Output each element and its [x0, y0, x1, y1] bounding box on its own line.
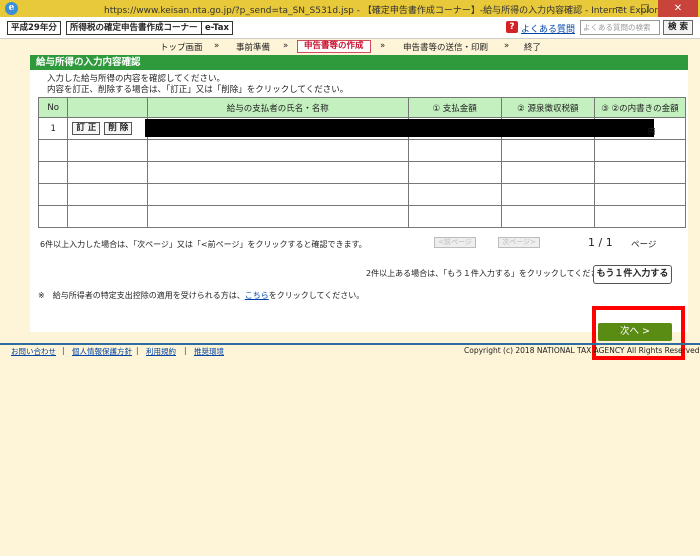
yen-unit: 円: [648, 127, 656, 136]
col-payer-name: 給与の支払者の氏名・名称: [146, 97, 409, 118]
col-actions: [67, 97, 148, 118]
tax-year-label: 平成29年分: [7, 21, 61, 35]
intro-text: 入力した給与所得の内容を確認してください。 内容を訂正、削除する場合は、「訂正」…: [47, 74, 348, 96]
help-icon[interactable]: ?: [506, 21, 518, 33]
col-withholding-tax: ② 源泉徴収税額: [500, 97, 595, 118]
page-unit-label: ページ: [631, 240, 657, 250]
maximize-button[interactable]: □: [632, 0, 658, 17]
row-number: 1: [37, 117, 69, 140]
special-note-suffix: をクリックしてください。: [268, 291, 365, 300]
add-another-button[interactable]: もう１件入力する: [593, 265, 672, 284]
internet-explorer-icon: e: [5, 2, 18, 15]
next-page-button[interactable]: 次ページ>: [498, 237, 540, 248]
intro-line-1: 入力した給与所得の内容を確認してください。: [47, 74, 225, 84]
footer-link-terms[interactable]: 利用規約: [146, 346, 176, 357]
etax-label: e-Tax: [201, 21, 233, 35]
step-top: トップ画面: [160, 43, 203, 53]
corner-title: 所得税の確定申告書作成コーナー: [66, 21, 202, 35]
copyright: Copyright (c) 2018 NATIONAL TAX AGENCY A…: [464, 346, 700, 355]
page-count: 1 / 1: [588, 236, 613, 249]
delete-button[interactable]: 削 除: [104, 122, 133, 135]
table-header-row: No 給与の支払者の氏名・名称 ① 支払金額 ② 源泉徴収税額 ③ ②の内書きの…: [37, 97, 687, 118]
footer-link-contact[interactable]: お問い合わせ: [11, 346, 56, 357]
salary-income-table: No 給与の支払者の氏名・名称 ① 支払金額 ② 源泉徴収税額 ③ ②の内書きの…: [37, 97, 687, 228]
step-separator: »: [504, 41, 510, 51]
step-separator: »: [283, 41, 289, 51]
col-no: No: [37, 97, 69, 118]
table-row: [37, 183, 687, 206]
main-panel: 給与所得の入力内容確認 入力した給与所得の内容を確認してください。 内容を訂正、…: [30, 55, 688, 332]
footer-separator: |: [184, 346, 187, 355]
footer-separator: |: [62, 346, 65, 355]
table-row: [37, 205, 687, 228]
table-row: [37, 161, 687, 184]
faq-link[interactable]: よくある質問: [521, 22, 575, 35]
special-deduction-note: ※ 給与所得者の特定支出控除の適用を受けられる方は、こちらをクリックしてください…: [38, 290, 364, 301]
pager-note: 6件以上入力した場合は、「次ページ」又は「<前ページ」をクリックすると確認できま…: [40, 240, 367, 249]
step-separator: »: [380, 41, 386, 51]
intro-line-2: 内容を訂正、削除する場合は、「訂正」又は「削除」をクリックしてください。: [47, 85, 349, 95]
faq-search-input[interactable]: よくある質問の検索: [580, 20, 660, 35]
add-note: 2件以上ある場合は、「もう１件入力する」をクリックしてください。: [366, 269, 615, 278]
window-title-bar: e https://www.keisan.nta.go.jp/?p_send=t…: [0, 0, 700, 17]
special-note-prefix: ※ 給与所得者の特定支出控除の適用を受けられる方は、: [38, 291, 245, 300]
step-separator: »: [214, 41, 220, 51]
step-send-print: 申告書等の送信・印刷: [403, 43, 489, 53]
step-preparation: 事前準備: [236, 43, 271, 53]
row-actions: 訂 正削 除: [67, 117, 148, 140]
table-row: [37, 139, 687, 162]
footer-separator: |: [136, 346, 139, 355]
special-note-link[interactable]: こちら: [245, 291, 269, 300]
col-included-amount: ③ ②の内書きの金額: [593, 97, 687, 118]
site-footer: お問い合わせ | 個人情報保護方針 | 利用規約 | 推奨環境 Copyrigh…: [0, 343, 700, 356]
section-title: 給与所得の入力内容確認: [30, 55, 688, 70]
col-payment-amount: ① 支払金額: [407, 97, 502, 118]
step-navigation: トップ画面 » 事前準備 » 申告書等の作成 » 申告書等の送信・印刷 » 終了: [0, 40, 700, 54]
search-button[interactable]: 検 索: [663, 20, 693, 35]
minimize-button[interactable]: ─: [606, 0, 632, 17]
footer-link-privacy[interactable]: 個人情報保護方針: [72, 346, 132, 357]
step-finish: 終了: [524, 43, 542, 53]
step-create-active: 申告書等の作成: [297, 40, 371, 53]
close-button[interactable]: ✕: [658, 0, 698, 17]
footer-link-environment[interactable]: 推奨環境: [194, 346, 224, 357]
site-header: 平成29年分 所得税の確定申告書作成コーナー e-Tax ? よくある質問 よく…: [0, 17, 700, 39]
prev-page-button[interactable]: <前ページ: [434, 237, 476, 248]
edit-button[interactable]: 訂 正: [72, 122, 101, 135]
window-title: https://www.keisan.nta.go.jp/?p_send=ta_…: [104, 6, 668, 16]
redacted-row-content: [145, 119, 654, 137]
